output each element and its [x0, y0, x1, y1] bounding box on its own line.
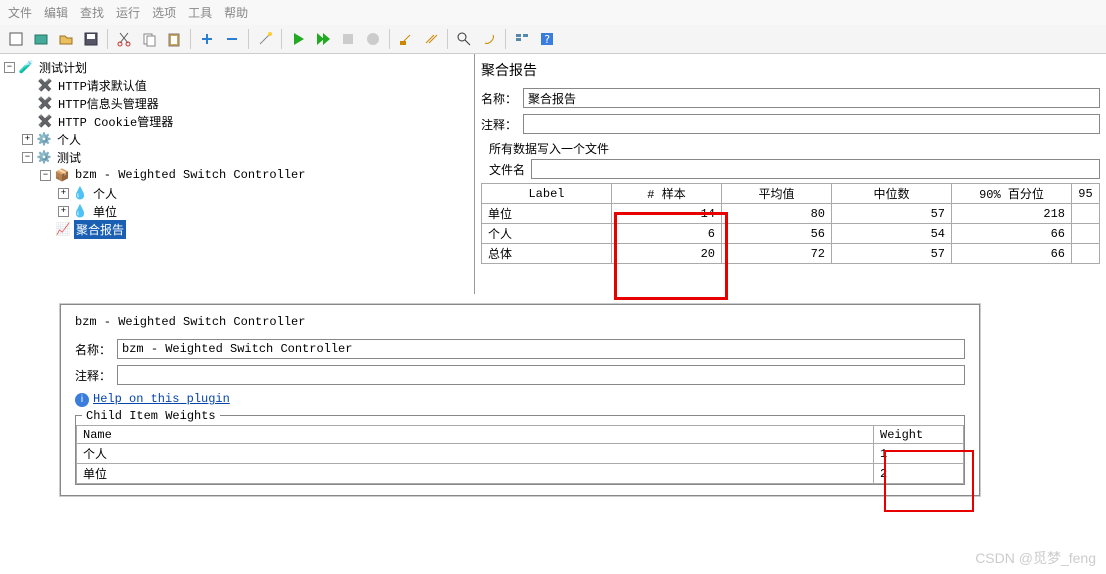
cut-icon[interactable]: [113, 28, 135, 50]
comment-input[interactable]: [523, 114, 1100, 134]
tree-test[interactable]: 测试: [55, 148, 83, 167]
plus-icon[interactable]: [196, 28, 218, 50]
tree-cookie-mgr[interactable]: HTTP Cookie管理器: [56, 112, 175, 131]
tree-personal[interactable]: 个人: [55, 130, 83, 149]
wrench-icon: ✖️: [37, 77, 53, 93]
tree-header-mgr[interactable]: HTTP信息头管理器: [56, 94, 161, 113]
tree-personal2[interactable]: 个人: [91, 184, 119, 203]
report-title: 聚合报告: [481, 60, 1100, 80]
ctrl-name-label: 名称：: [75, 341, 111, 358]
paste-icon[interactable]: [163, 28, 185, 50]
tree-aggregate[interactable]: 聚合报告: [74, 220, 126, 239]
menu-bar: 文件 编辑 查找 运行 选项 工具 帮助: [0, 0, 1106, 25]
comment-label: 注释：: [481, 116, 517, 133]
copy-icon[interactable]: [138, 28, 160, 50]
menu-run[interactable]: 运行: [116, 4, 140, 21]
weights-title: Child Item Weights: [82, 409, 220, 423]
table-row[interactable]: 个人 1: [77, 444, 964, 464]
flask-icon: 🧪: [18, 59, 34, 75]
toolbar: ?: [0, 25, 1106, 54]
reset-search-icon[interactable]: [478, 28, 500, 50]
shutdown-icon[interactable]: [362, 28, 384, 50]
functions-icon[interactable]: [511, 28, 533, 50]
col-p90[interactable]: 90% 百分位: [952, 184, 1072, 204]
expander-icon[interactable]: +: [58, 206, 69, 217]
col-p95[interactable]: 95: [1072, 184, 1100, 204]
name-label: 名称：: [481, 90, 517, 107]
tree-panel[interactable]: −🧪测试计划 ✖️HTTP请求默认值 ✖️HTTP信息头管理器 ✖️HTTP C…: [0, 54, 475, 294]
run-icon[interactable]: [287, 28, 309, 50]
weights-col-weight[interactable]: Weight: [874, 426, 964, 444]
sampler-icon: 💧: [72, 185, 88, 201]
file-input[interactable]: [531, 159, 1100, 179]
col-samples[interactable]: # 样本: [612, 184, 722, 204]
weights-table: Name Weight 个人 1 单位 2: [76, 425, 964, 484]
menu-options[interactable]: 选项: [152, 4, 176, 21]
controller-icon: 📦: [54, 167, 70, 183]
gear-icon: ⚙️: [36, 131, 52, 147]
write-all-label: 所有数据写入一个文件: [489, 140, 1100, 157]
ctrl-comment-label: 注释：: [75, 367, 111, 384]
stop-icon[interactable]: [337, 28, 359, 50]
tree-unit[interactable]: 单位: [91, 202, 119, 221]
report-icon: 📈: [55, 221, 71, 237]
open-icon[interactable]: [55, 28, 77, 50]
col-avg[interactable]: 平均值: [722, 184, 832, 204]
col-median[interactable]: 中位数: [832, 184, 952, 204]
wrench-icon: ✖️: [37, 95, 53, 111]
clear-icon[interactable]: [395, 28, 417, 50]
watermark: CSDN @觅梦_feng: [975, 548, 1096, 568]
wrench-icon: ✖️: [37, 113, 53, 129]
expander-icon[interactable]: −: [4, 62, 15, 73]
table-row[interactable]: 个人 6 56 54 66: [482, 224, 1100, 244]
templates-icon[interactable]: [30, 28, 52, 50]
tree-root[interactable]: 测试计划: [37, 58, 89, 77]
table-row[interactable]: 单位 14 80 57 218: [482, 204, 1100, 224]
expander-icon[interactable]: −: [40, 170, 51, 181]
expander-icon[interactable]: +: [22, 134, 33, 145]
search-icon[interactable]: [453, 28, 475, 50]
weights-col-name[interactable]: Name: [77, 426, 874, 444]
svg-text:?: ?: [544, 33, 551, 46]
sampler-icon: 💧: [72, 203, 88, 219]
menu-help[interactable]: 帮助: [224, 4, 248, 21]
run-no-pause-icon[interactable]: [312, 28, 334, 50]
gear-icon: ⚙️: [36, 149, 52, 165]
minus-icon[interactable]: [221, 28, 243, 50]
menu-edit[interactable]: 编辑: [44, 4, 68, 21]
tree-http-defaults[interactable]: HTTP请求默认值: [56, 76, 149, 95]
file-label: 文件名: [489, 161, 525, 178]
name-input[interactable]: [523, 88, 1100, 108]
clear-all-icon[interactable]: [420, 28, 442, 50]
table-row[interactable]: 总体 20 72 57 66: [482, 244, 1100, 264]
ctrl-comment-input[interactable]: [117, 365, 965, 385]
controller-title: bzm - Weighted Switch Controller: [75, 315, 965, 329]
table-row[interactable]: 单位 2: [77, 464, 964, 484]
menu-file[interactable]: 文件: [8, 4, 32, 21]
expander-icon[interactable]: +: [58, 188, 69, 199]
help-icon[interactable]: ?: [536, 28, 558, 50]
aggregate-table: Label # 样本 平均值 中位数 90% 百分位 95 单位 14 80 5…: [481, 183, 1100, 264]
save-icon[interactable]: [80, 28, 102, 50]
controller-panel: bzm - Weighted Switch Controller 名称： 注释：…: [60, 304, 980, 496]
wand-icon[interactable]: [254, 28, 276, 50]
expander-icon[interactable]: −: [22, 152, 33, 163]
tree-bzm[interactable]: bzm - Weighted Switch Controller: [73, 167, 307, 183]
ctrl-name-input[interactable]: [117, 339, 965, 359]
col-label[interactable]: Label: [482, 184, 612, 204]
menu-tools[interactable]: 工具: [188, 4, 212, 21]
new-icon[interactable]: [5, 28, 27, 50]
help-link[interactable]: Help on this plugin: [93, 392, 230, 406]
menu-find[interactable]: 查找: [80, 4, 104, 21]
info-icon: i: [75, 393, 89, 407]
report-panel: 聚合报告 名称： 注释： 所有数据写入一个文件 文件名 Label # 样本 平…: [475, 54, 1106, 294]
